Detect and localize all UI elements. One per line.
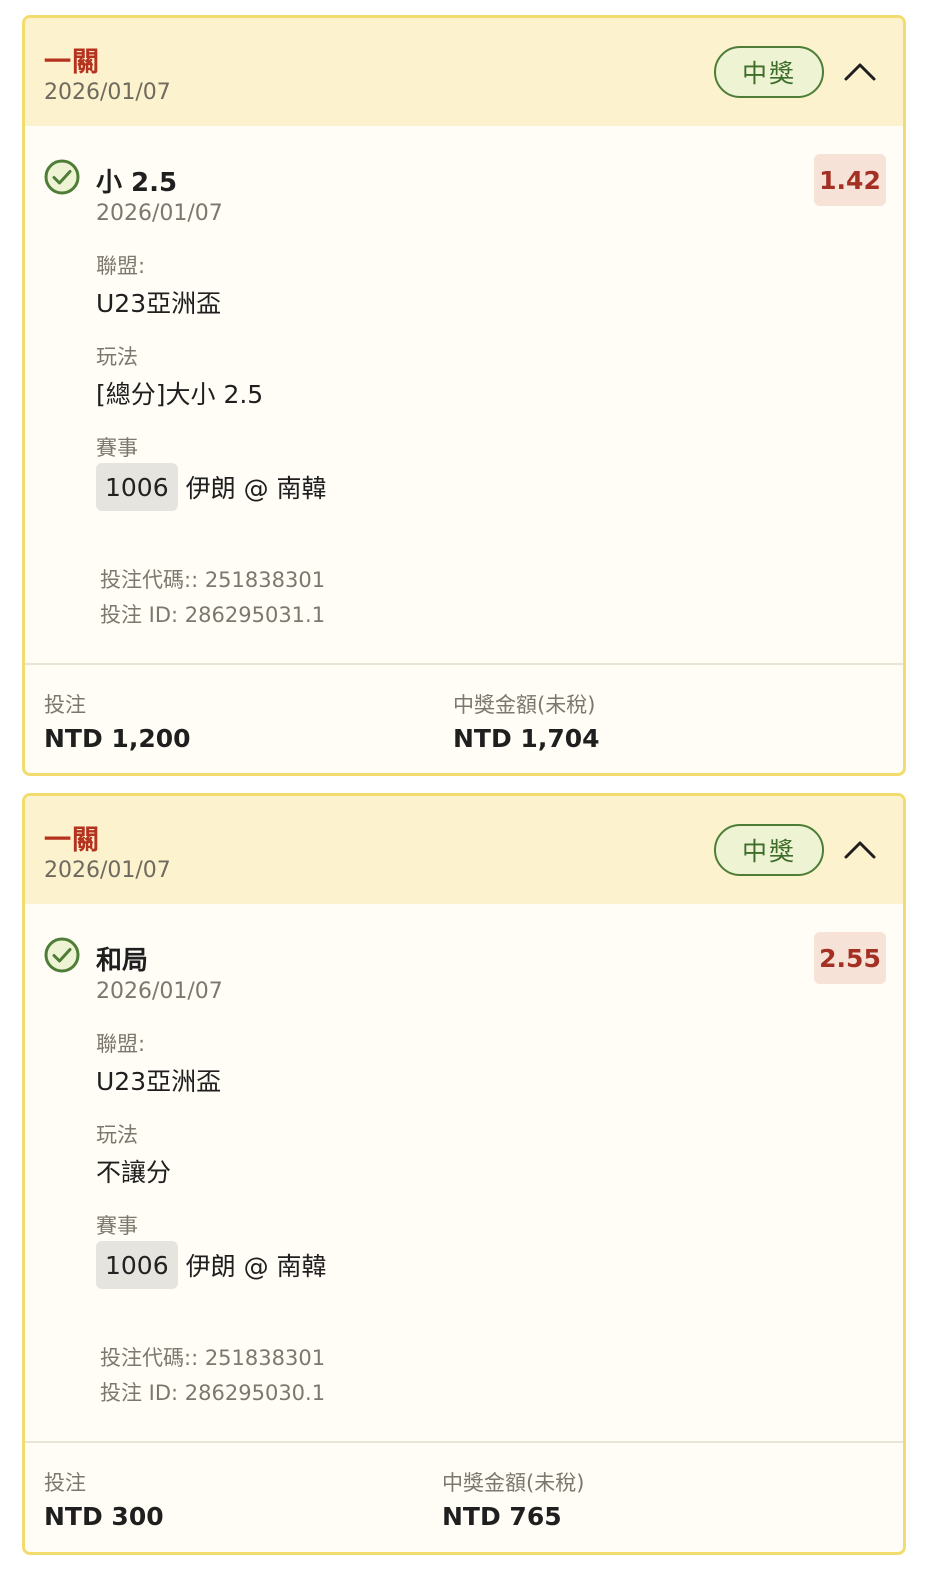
stake-amount: NTD 1,200 [44, 724, 191, 753]
stake-label: 投注 [44, 693, 86, 717]
chevron-up-icon[interactable] [837, 48, 883, 94]
match-name: 伊朗 @ 南韓 [185, 474, 327, 503]
match-name: 伊朗 @ 南韓 [185, 1252, 327, 1281]
status-badge: 中獎 [714, 46, 824, 98]
selection-date: 2026/01/07 [96, 201, 223, 226]
play-type-value: 不讓分 [96, 1158, 172, 1187]
bet-card-header: 一關 2026/01/07 中獎 [25, 796, 903, 904]
league-value: U23亞洲盃 [96, 289, 222, 318]
selection-title: 和局 [96, 946, 149, 976]
league-label: 聯盟: [96, 1032, 146, 1056]
selection-title: 小 2.5 [96, 168, 178, 198]
odds-badge: 1.42 [814, 154, 886, 206]
event-label: 賽事 [96, 1214, 138, 1238]
play-type-label: 玩法 [96, 345, 138, 369]
selection-date: 2026/01/07 [96, 979, 223, 1004]
payout-label: 中獎金額(未稅) [453, 693, 596, 717]
bet-code: 投注代碼:: 251838301 [100, 1346, 326, 1370]
league-label: 聯盟: [96, 254, 146, 278]
event-row: 1006 伊朗 @ 南韓 [96, 1241, 327, 1289]
bet-card: 一關 2026/01/07 中獎 小 2.5 2026/01/07 1.42 聯… [22, 15, 906, 776]
status-badge: 中獎 [714, 824, 824, 876]
event-row: 1006 伊朗 @ 南韓 [96, 463, 327, 511]
stake-label: 投注 [44, 1471, 86, 1495]
bet-type-label: 一關 [44, 47, 100, 78]
bet-id: 投注 ID: 286295031.1 [100, 603, 326, 627]
stake-amount: NTD 300 [44, 1502, 164, 1531]
odds-badge: 2.55 [814, 932, 886, 984]
league-value: U23亞洲盃 [96, 1067, 222, 1096]
bet-type-label: 一關 [44, 825, 100, 856]
payout-label: 中獎金額(未稅) [442, 1471, 585, 1495]
match-number: 1006 [96, 1241, 178, 1289]
chevron-up-icon[interactable] [837, 826, 883, 872]
payout-amount: NTD 765 [442, 1502, 562, 1531]
payout-amount: NTD 1,704 [453, 724, 600, 753]
bet-date: 2026/01/07 [44, 80, 171, 105]
bet-date: 2026/01/07 [44, 858, 171, 883]
divider [25, 1441, 903, 1443]
bet-card: 一關 2026/01/07 中獎 和局 2026/01/07 2.55 聯盟: … [22, 793, 906, 1555]
event-label: 賽事 [96, 436, 138, 460]
divider [25, 663, 903, 665]
bet-id: 投注 ID: 286295030.1 [100, 1381, 326, 1405]
bet-code: 投注代碼:: 251838301 [100, 568, 326, 592]
check-circle-icon [44, 159, 80, 195]
match-number: 1006 [96, 463, 178, 511]
play-type-value: [總分]大小 2.5 [96, 380, 264, 409]
play-type-label: 玩法 [96, 1123, 138, 1147]
check-circle-icon [44, 937, 80, 973]
bet-card-header: 一關 2026/01/07 中獎 [25, 18, 903, 126]
